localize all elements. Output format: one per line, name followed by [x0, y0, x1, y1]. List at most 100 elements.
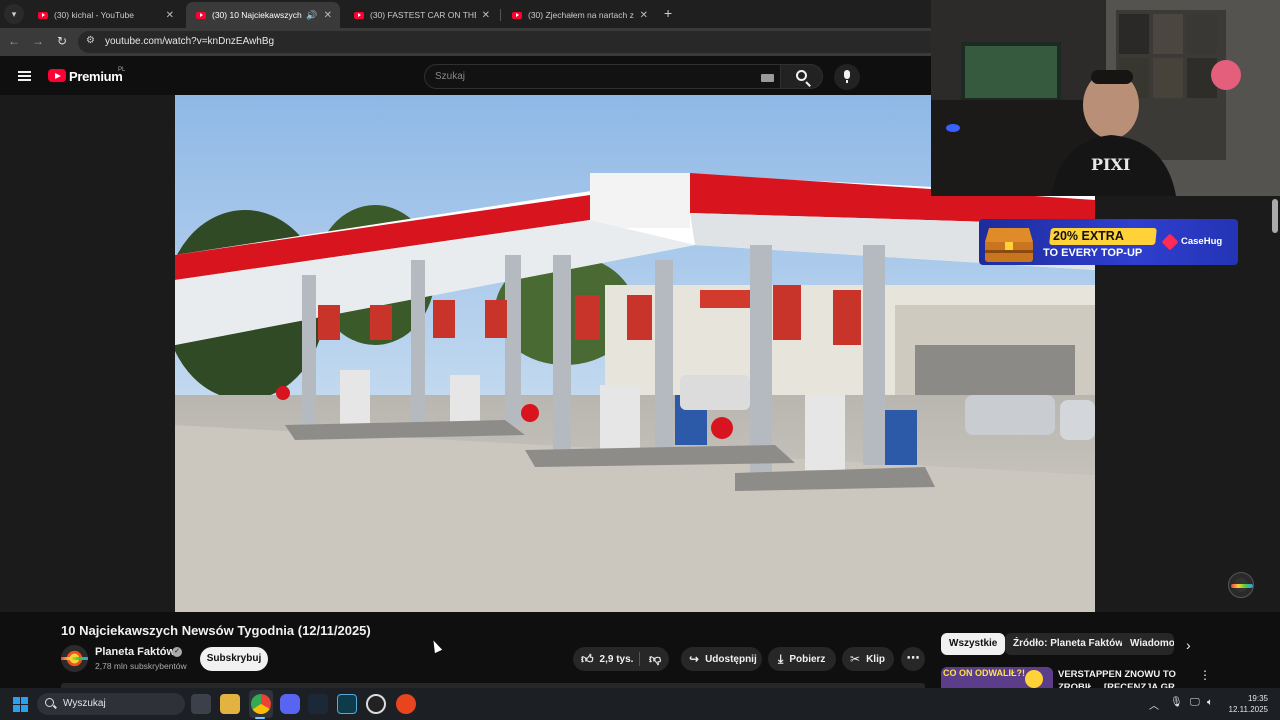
- microphone-icon: [844, 70, 850, 83]
- vertical-dots-icon[interactable]: ⋮: [1199, 668, 1211, 682]
- tab-najciekawsze-newsy[interactable]: (30) 10 Najciekawszych New 🔊 ✕: [186, 2, 340, 28]
- youtube-premium-label[interactable]: Premium: [69, 69, 123, 84]
- close-icon[interactable]: ✕: [640, 10, 648, 21]
- youtube-favicon-icon: [354, 11, 364, 19]
- share-button[interactable]: ↪ Udostępnij: [681, 647, 762, 671]
- url-text[interactable]: youtube.com/watch?v=knDnzEAwhBg: [105, 36, 274, 47]
- casehug-ad-banner[interactable]: 20% EXTRA TO EVERY TOP-UP CaseHug: [979, 219, 1238, 265]
- windows-start-icon[interactable]: [13, 697, 29, 712]
- share-icon: ↪: [689, 652, 700, 666]
- thumbs-down-icon[interactable]: 👎︎: [649, 652, 661, 667]
- like-dislike-group: 👍︎ 2,9 tys. 👎︎: [573, 647, 669, 671]
- download-label: Pobierz: [789, 653, 826, 665]
- casehug-logo-icon: [1161, 233, 1179, 251]
- search-icon: [796, 70, 807, 81]
- channel-name[interactable]: Planeta Faktów: [95, 646, 175, 658]
- chevron-right-icon[interactable]: ›: [1186, 637, 1191, 653]
- thumbnail-text: CO ON ODWALIŁ?!: [943, 668, 1025, 678]
- video-info-section: 10 Najciekawszych Newsów Tygodnia (12/11…: [0, 612, 1280, 688]
- new-tab-button[interactable]: +: [664, 5, 672, 21]
- clock-time: 19:35: [1247, 694, 1268, 703]
- ad-brand: CaseHug: [1181, 236, 1223, 247]
- tab-search-button[interactable]: ▾: [4, 4, 24, 24]
- like-count[interactable]: 2,9 tys.: [600, 654, 634, 665]
- steam-icon[interactable]: [308, 694, 328, 714]
- tab-title: (30) FASTEST CAR ON THE PLA: [370, 10, 476, 20]
- treasure-chest-icon: [985, 228, 1033, 262]
- tab-kichal[interactable]: (30) kichal - YouTube ✕: [28, 2, 182, 28]
- reload-icon[interactable]: ↻: [54, 34, 70, 48]
- back-icon[interactable]: ←: [6, 34, 22, 48]
- subscriber-count: 2,78 mln subskrybentów: [95, 661, 187, 671]
- download-button[interactable]: ⤓ Pobierz: [768, 647, 836, 671]
- youtube-favicon-icon: [196, 11, 206, 19]
- verified-icon: ✓: [172, 647, 182, 657]
- thumbs-up-icon[interactable]: 👍︎: [581, 652, 594, 667]
- tab-fastest-car[interactable]: (30) FASTEST CAR ON THE PLA ✕: [344, 2, 498, 28]
- chrome-icon[interactable]: [251, 694, 271, 714]
- volume-icon[interactable]: 🔈︎: [1207, 697, 1213, 708]
- emoji-face-icon: [1025, 670, 1043, 688]
- task-view-icon[interactable]: [191, 694, 211, 714]
- ad-subline: TO EVERY TOP-UP: [1043, 247, 1143, 259]
- channel-watermark-icon[interactable]: [1228, 572, 1254, 598]
- clip-button[interactable]: ✂ Klip: [842, 647, 894, 671]
- windows-taskbar: Wyszukaj ︿ 🎙︎ 🖵 🔈︎ 19:35 12.11.2025: [0, 688, 1280, 720]
- taskbar-search-label: Wyszukaj: [63, 698, 106, 709]
- tab-title: (30) Zjechałem na nartach z Mo: [528, 10, 634, 20]
- close-icon[interactable]: ✕: [166, 10, 174, 21]
- country-code: PL: [118, 67, 126, 73]
- close-icon[interactable]: ✕: [324, 10, 332, 21]
- clock-date: 12.11.2025: [1228, 705, 1268, 714]
- discord-icon[interactable]: [280, 694, 300, 714]
- webcam-feed: PIXI: [931, 0, 1280, 196]
- menu-icon[interactable]: [18, 71, 31, 81]
- search-input[interactable]: Szukaj: [424, 64, 781, 89]
- player-letterbox-left: [0, 95, 175, 612]
- channel-avatar[interactable]: [61, 645, 88, 672]
- youtube-favicon-icon: [512, 11, 522, 19]
- share-label: Udostępnij: [705, 653, 757, 665]
- tab-zjechalem[interactable]: (30) Zjechałem na nartach z Mo ✕: [502, 2, 656, 28]
- youtube-favicon-icon: [38, 11, 48, 19]
- file-explorer-icon[interactable]: [220, 694, 240, 714]
- tab-separator: [500, 9, 501, 21]
- chip-news[interactable]: Wiadomo: [1122, 633, 1174, 655]
- clip-label: Klip: [866, 653, 885, 665]
- site-info-icon[interactable]: ⚙: [86, 35, 95, 46]
- search-icon: [45, 698, 54, 707]
- scissors-icon: ✂: [850, 652, 861, 666]
- obs-icon[interactable]: [366, 694, 386, 714]
- recommended-thumbnail[interactable]: CO ON ODWALIŁ?!: [941, 667, 1053, 688]
- recommended-title[interactable]: VERSTAPPEN ZNOWU TO ZROBIŁ... [RECENZJA …: [1058, 668, 1198, 688]
- tab-title: (30) 10 Najciekawszych New: [212, 10, 302, 20]
- more-actions-button[interactable]: ⋯: [901, 647, 925, 671]
- tab-title: (30) kichal - YouTube: [54, 10, 135, 20]
- search-button[interactable]: [781, 64, 823, 89]
- ad-headline: 20% EXTRA: [1053, 229, 1124, 243]
- close-icon[interactable]: ✕: [482, 10, 490, 21]
- page-scrollbar[interactable]: [1272, 199, 1278, 233]
- chevron-up-icon[interactable]: ︿: [1149, 697, 1159, 712]
- svg-text:PIXI: PIXI: [1091, 155, 1130, 174]
- active-app-indicator: [255, 717, 265, 719]
- search-placeholder: Szukaj: [435, 71, 466, 82]
- chip-all[interactable]: Wszystkie: [941, 633, 1006, 655]
- subscribe-button[interactable]: Subskrybuj: [200, 647, 268, 671]
- system-clock[interactable]: 19:35 12.11.2025: [1228, 693, 1268, 715]
- voice-search-button[interactable]: [834, 64, 860, 90]
- keyboard-icon[interactable]: [761, 74, 774, 82]
- like-separator: [639, 652, 640, 666]
- app-icon[interactable]: [396, 694, 416, 714]
- video-title: 10 Najciekawszych Newsów Tygodnia (12/11…: [61, 623, 371, 638]
- terminal-icon[interactable]: [337, 694, 357, 714]
- streamer-webcam-overlay: PIXI: [931, 0, 1280, 196]
- chip-source-channel[interactable]: Źródło: Planeta Faktów: [1005, 633, 1132, 655]
- network-icon[interactable]: 🖵: [1190, 697, 1200, 708]
- youtube-logo-icon[interactable]: [48, 69, 66, 82]
- microphone-icon[interactable]: 🎙︎: [1170, 697, 1183, 708]
- speaker-icon[interactable]: 🔊: [306, 10, 317, 21]
- forward-icon[interactable]: →: [30, 34, 46, 48]
- download-icon: ⤓: [778, 651, 784, 666]
- taskbar-search[interactable]: Wyszukaj: [37, 693, 185, 715]
